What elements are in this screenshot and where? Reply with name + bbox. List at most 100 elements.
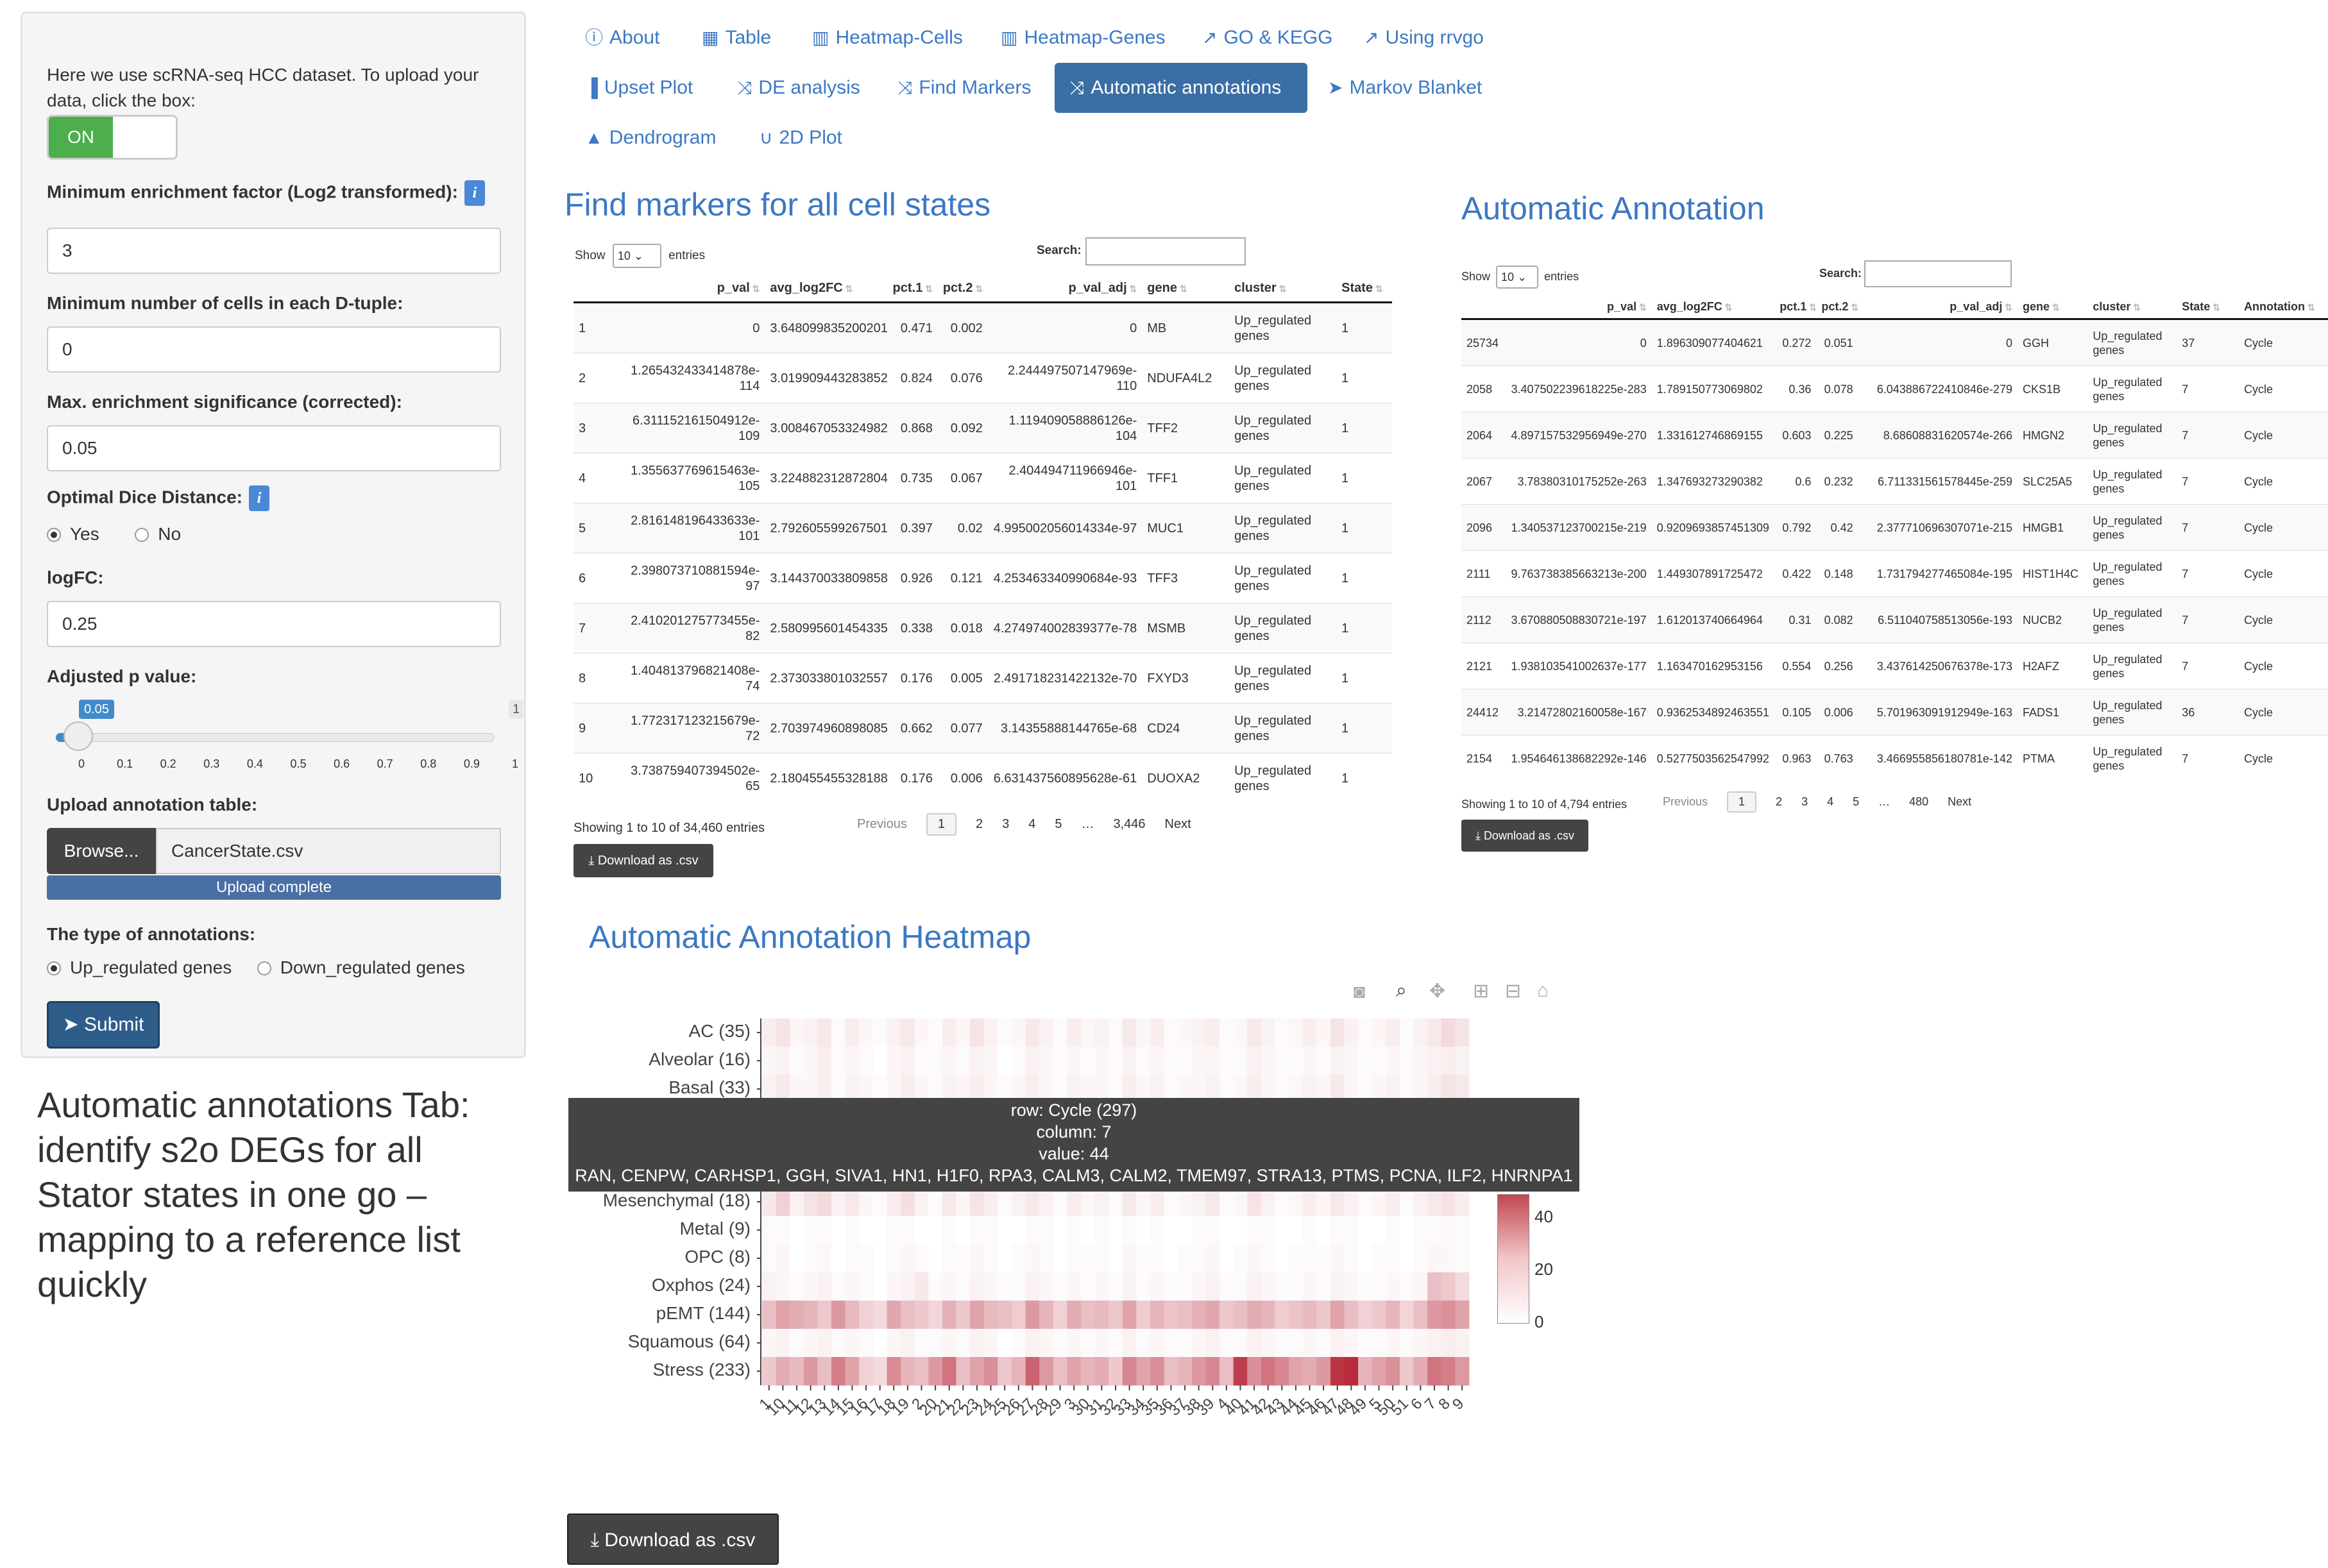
heatmap-cell[interactable]: [859, 1018, 874, 1047]
column-header[interactable]: pct.1 ⇅: [885, 274, 938, 303]
heatmap-cell[interactable]: [942, 1244, 957, 1273]
heatmap-cell[interactable]: [1275, 1357, 1289, 1386]
logfc-input[interactable]: 0.25: [47, 601, 501, 647]
table-row[interactable]: 8 1.404813796821408e-74 2.373033801032557 0…: [574, 653, 1392, 704]
heatmap-cell[interactable]: [1441, 1244, 1456, 1273]
heatmap-cell[interactable]: [1427, 1329, 1442, 1358]
heatmap-cell[interactable]: [1455, 1272, 1470, 1301]
table-row[interactable]: 4 1.355637769615463e-105 3.224882312872804…: [574, 453, 1392, 503]
heatmap-cell[interactable]: [1219, 1244, 1234, 1273]
heatmap-cell[interactable]: [1441, 1188, 1456, 1217]
heatmap-cell[interactable]: [1441, 1329, 1456, 1358]
heatmap-cell[interactable]: [1109, 1018, 1123, 1047]
heatmap-cell[interactable]: [1427, 1244, 1442, 1273]
heatmap-cell[interactable]: [1330, 1301, 1345, 1329]
heatmap-cell[interactable]: [1399, 1357, 1415, 1386]
heatmap-cell[interactable]: [1275, 1188, 1289, 1217]
heatmap-cell[interactable]: [1399, 1188, 1415, 1217]
heatmap-cell[interactable]: [1344, 1188, 1359, 1217]
heatmap-cell[interactable]: [1150, 1047, 1165, 1075]
heatmap-cell[interactable]: [1372, 1018, 1386, 1047]
heatmap-cell[interactable]: [1247, 1244, 1262, 1273]
pager-page[interactable]: 5: [1055, 817, 1062, 831]
heatmap-cell[interactable]: [1067, 1329, 1082, 1358]
heatmap-cell[interactable]: [1219, 1216, 1234, 1245]
heatmap-cell[interactable]: [1247, 1329, 1262, 1358]
heatmap-cell[interactable]: [762, 1047, 777, 1075]
heatmap-cell[interactable]: [762, 1357, 777, 1386]
heatmap-cell[interactable]: [1136, 1301, 1151, 1329]
heatmap-cell[interactable]: [1358, 1272, 1373, 1301]
heatmap-cell[interactable]: [1413, 1329, 1428, 1358]
heatmap-cell[interactable]: [803, 1047, 818, 1075]
heatmap-cell[interactable]: [1219, 1301, 1234, 1329]
heatmap-cell[interactable]: [817, 1216, 832, 1245]
heatmap-cell[interactable]: [872, 1216, 887, 1245]
heatmap-cell[interactable]: [1191, 1216, 1206, 1245]
heatmap-cell[interactable]: [1150, 1329, 1165, 1358]
heatmap-cell[interactable]: [1358, 1357, 1373, 1386]
heatmap-cell[interactable]: [1191, 1018, 1206, 1047]
tab-table[interactable]: ▦ Table: [702, 14, 771, 62]
heatmap-cell[interactable]: [1386, 1216, 1400, 1245]
camera-icon[interactable]: ◙: [1354, 981, 1365, 1003]
pager-page[interactable]: 4: [1827, 795, 1833, 808]
heatmap-cell[interactable]: [1275, 1244, 1289, 1273]
heatmap-cell[interactable]: [1025, 1047, 1040, 1075]
heatmap-cell[interactable]: [859, 1047, 874, 1075]
heatmap-cell[interactable]: [1205, 1188, 1220, 1217]
heatmap-cell[interactable]: [1039, 1216, 1054, 1245]
heatmap-cell[interactable]: [776, 1357, 790, 1386]
heatmap-cell[interactable]: [1109, 1216, 1123, 1245]
heatmap-cell[interactable]: [762, 1216, 777, 1245]
heatmap-cell[interactable]: [845, 1216, 860, 1245]
heatmap-cell[interactable]: [1302, 1329, 1317, 1358]
max-significance-input[interactable]: 0.05: [47, 425, 501, 471]
heatmap-cell[interactable]: [1372, 1357, 1386, 1386]
heatmap-cell[interactable]: [1080, 1216, 1096, 1245]
heatmap-cell[interactable]: [1427, 1272, 1442, 1301]
heatmap-cell[interactable]: [1053, 1272, 1067, 1301]
heatmap-cell[interactable]: [790, 1188, 804, 1217]
heatmap-cell[interactable]: [1344, 1357, 1359, 1386]
heatmap-cell[interactable]: [1247, 1216, 1262, 1245]
heatmap-cell[interactable]: [1372, 1047, 1386, 1075]
heatmap-cell[interactable]: [1275, 1018, 1289, 1047]
table-row[interactable]: 2111 9.763738385663213e-200 1.449307891725…: [1461, 550, 2328, 597]
column-header[interactable]: gene ⇅: [1142, 274, 1230, 303]
submit-button[interactable]: ➤ Submit: [47, 1001, 160, 1049]
heatmap-cell[interactable]: [1164, 1047, 1178, 1075]
tab-dendrogram[interactable]: ▲ Dendrogram: [585, 114, 716, 162]
heatmap-cell[interactable]: [1039, 1018, 1054, 1047]
heatmap-cell[interactable]: [887, 1272, 901, 1301]
heatmap-cell[interactable]: [803, 1188, 818, 1217]
column-header[interactable]: [574, 274, 614, 303]
heatmap-cell[interactable]: [817, 1329, 832, 1358]
heatmap-cell[interactable]: [1386, 1301, 1400, 1329]
radio-up-regulated[interactable]: [47, 961, 61, 975]
heatmap-cell[interactable]: [1386, 1188, 1400, 1217]
heatmap-cell[interactable]: [1136, 1018, 1151, 1047]
heatmap-cell[interactable]: [983, 1301, 998, 1329]
table-row[interactable]: 2058 3.407502239618225e-283 1.789150773069…: [1461, 366, 2328, 412]
heatmap-cell[interactable]: [1372, 1188, 1386, 1217]
heatmap-cell[interactable]: [1122, 1329, 1137, 1358]
heatmap-cell[interactable]: [762, 1188, 777, 1217]
min-cells-input[interactable]: 0: [47, 326, 501, 373]
heatmap-cell[interactable]: [803, 1216, 818, 1245]
heatmap-cell[interactable]: [1178, 1301, 1193, 1329]
tab-heatmap-cells[interactable]: ▥ Heatmap-Cells: [812, 14, 963, 62]
heatmap-cell[interactable]: [845, 1244, 860, 1273]
heatmap-cell[interactable]: [1205, 1329, 1220, 1358]
heatmap-cell[interactable]: [1122, 1301, 1137, 1329]
heatmap-cell[interactable]: [1191, 1188, 1206, 1217]
heatmap-cell[interactable]: [859, 1216, 874, 1245]
radio-yes[interactable]: [47, 528, 61, 542]
pan-icon[interactable]: ✥: [1429, 980, 1445, 1002]
heatmap-cell[interactable]: [1039, 1047, 1054, 1075]
heatmap-cell[interactable]: [1219, 1329, 1234, 1358]
tab-using-rrvgo[interactable]: ↗ Using rrvgo: [1364, 14, 1484, 62]
heatmap-cell[interactable]: [1122, 1018, 1137, 1047]
heatmap-cell[interactable]: [998, 1018, 1012, 1047]
heatmap-cell[interactable]: [1358, 1216, 1373, 1245]
